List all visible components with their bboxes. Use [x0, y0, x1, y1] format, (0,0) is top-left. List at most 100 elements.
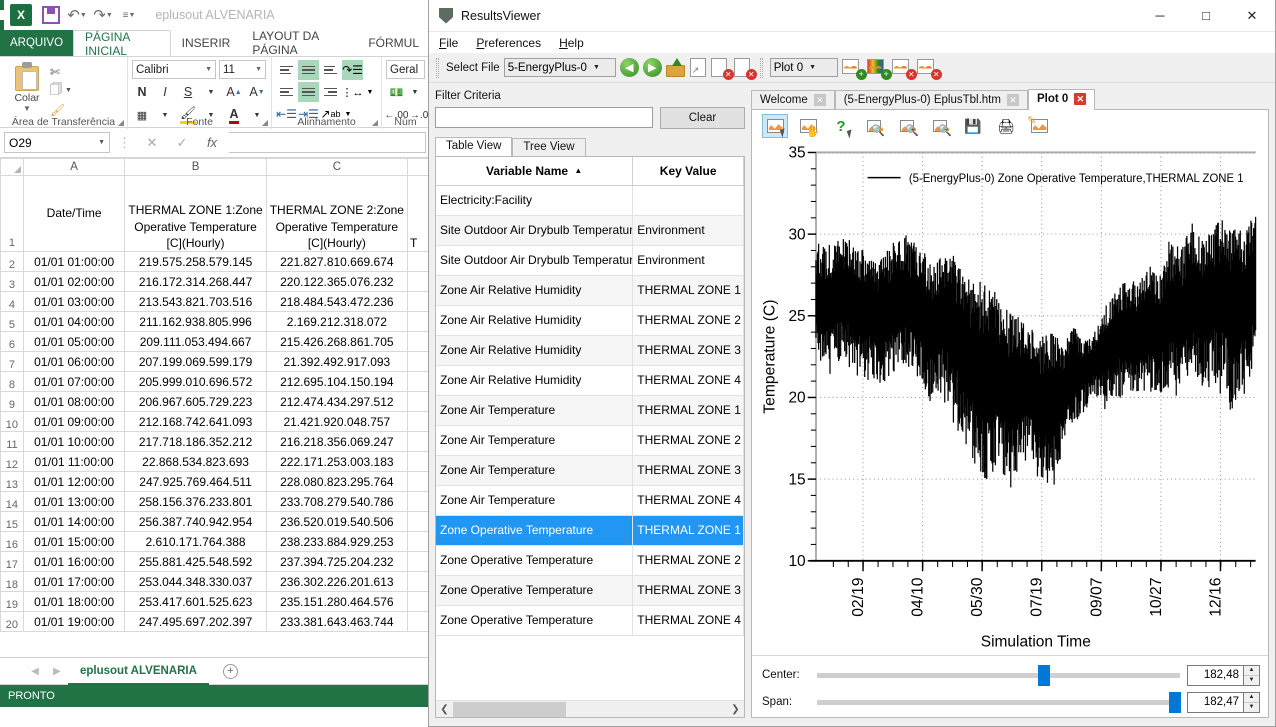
column-header-b[interactable]: B	[124, 158, 267, 176]
scroll-left-icon[interactable]: ❮	[436, 704, 453, 715]
align-bottom-button[interactable]	[320, 60, 341, 80]
span-spin-up-icon[interactable]: ▲	[1244, 693, 1259, 703]
cell-a19[interactable]: 01/01 18:00:00	[22, 591, 126, 612]
ribbon-tab-formulas[interactable]: FÓRMUL	[357, 30, 430, 56]
row-header-11[interactable]: 11	[0, 431, 24, 452]
cell-d19[interactable]	[406, 591, 430, 612]
table-row[interactable]: Zone Air Relative Humidity THERMAL ZONE 2	[436, 305, 744, 336]
print-plot-icon[interactable]: 🖨	[993, 114, 1019, 138]
close-plot-icon[interactable]: ✕	[891, 58, 917, 80]
ribbon-tab-pagina-inicial[interactable]: PÁGINA INICIAL	[73, 30, 171, 58]
italic-button[interactable]: I	[155, 82, 175, 102]
row-header-6[interactable]: 6	[0, 331, 24, 352]
key-value-cell[interactable]: THERMAL ZONE 1	[632, 275, 744, 306]
row-header-10[interactable]: 10	[0, 411, 24, 432]
close-tab-icon[interactable]: ✕	[1074, 93, 1087, 105]
table-row[interactable]: Zone Air Temperature THERMAL ZONE 2	[436, 425, 744, 456]
underline-button[interactable]: S	[178, 82, 198, 102]
close-all-plots-icon[interactable]: ✕	[916, 58, 942, 80]
align-left-button[interactable]	[276, 82, 297, 102]
table-row[interactable]: Site Outdoor Air Drybulb Temperature Envi…	[436, 245, 744, 276]
previous-file-icon[interactable]: ◀	[619, 58, 639, 77]
key-value-cell[interactable]	[632, 185, 744, 216]
cell-c8[interactable]: 212.695.104.150.194	[265, 371, 408, 392]
cell-a15[interactable]: 01/01 14:00:00	[22, 511, 126, 532]
report-icon[interactable]: ↗	[689, 58, 707, 77]
cell-b18[interactable]: 253.044.348.330.037	[124, 571, 267, 592]
formula-input[interactable]	[229, 132, 426, 153]
align-center-button[interactable]	[298, 82, 319, 102]
font-dialog-launcher[interactable]: ◢	[262, 118, 268, 127]
new-color-plot-icon[interactable]: +	[866, 58, 892, 80]
clear-button[interactable]: Clear	[660, 107, 745, 129]
cell-a20[interactable]: 01/01 19:00:00	[22, 611, 126, 632]
previous-sheet-icon[interactable]: ◀	[24, 666, 46, 677]
row-header-13[interactable]: 13	[0, 471, 24, 492]
align-right-button[interactable]	[320, 82, 341, 102]
key-value-cell[interactable]: THERMAL ZONE 4	[632, 485, 744, 516]
tab-table-view[interactable]: Table View	[435, 137, 513, 156]
variable-name-cell[interactable]: Zone Air Temperature	[436, 485, 634, 516]
cell-d5[interactable]	[406, 311, 430, 332]
table-row[interactable]: Zone Air Relative Humidity THERMAL ZONE 3	[436, 335, 744, 366]
row-header-7[interactable]: 7	[0, 351, 24, 372]
table-row[interactable]: Zone Air Temperature THERMAL ZONE 3	[436, 455, 744, 486]
row-header-9[interactable]: 9	[0, 391, 24, 412]
cell-c17[interactable]: 237.394.725.204.232	[265, 551, 408, 572]
cell-b7[interactable]: 207.199.069.599.179	[124, 351, 267, 372]
cell-d20[interactable]	[406, 611, 430, 632]
key-value-cell[interactable]: Environment	[632, 245, 744, 276]
new-plot-icon[interactable]: +	[841, 58, 867, 80]
number-format-combo[interactable]: Geral	[386, 60, 425, 79]
menu-file[interactable]: File	[439, 36, 458, 50]
add-sheet-button[interactable]: +	[222, 663, 238, 679]
font-size-combo[interactable]: 11 ▼	[219, 60, 266, 79]
cell-d17[interactable]	[406, 551, 430, 572]
row-header-19[interactable]: 19	[0, 591, 24, 612]
variable-name-cell[interactable]: Zone Operative Temperature	[436, 515, 634, 546]
toolbar-grip-2[interactable]	[759, 57, 763, 78]
align-middle-button[interactable]	[298, 60, 319, 80]
wrap-text-button[interactable]: ↷☰	[342, 60, 363, 80]
cell-d13[interactable]	[406, 471, 430, 492]
span-slider-thumb[interactable]	[1169, 691, 1182, 713]
help-tool-icon[interactable]: ?	[828, 114, 855, 139]
bold-button[interactable]: N	[132, 82, 152, 102]
row-header-3[interactable]: 3	[0, 271, 24, 292]
variable-name-cell[interactable]: Zone Air Relative Humidity	[436, 275, 634, 306]
variable-name-cell[interactable]: Zone Operative Temperature	[436, 605, 634, 636]
ribbon-tab-layout-da-pagina[interactable]: LAYOUT DA PÁGINA	[241, 29, 357, 57]
cell-c18[interactable]: 236.302.226.201.613	[265, 571, 408, 592]
row-header-20[interactable]: 20	[0, 611, 24, 632]
table-row[interactable]: Zone Air Temperature THERMAL ZONE 4	[436, 485, 744, 516]
center-slider-track[interactable]	[817, 664, 1180, 686]
center-value[interactable]: 182,48	[1188, 666, 1243, 685]
row-header-5[interactable]: 5	[0, 311, 24, 332]
row-header-18[interactable]: 18	[0, 571, 24, 592]
table-row[interactable]: Site Outdoor Air Drybulb Temperature Envi…	[436, 215, 744, 246]
cancel-icon[interactable]: ✕	[139, 135, 165, 151]
pan-tool-icon[interactable]: ✋	[795, 114, 821, 138]
table-row[interactable]: Zone Air Relative Humidity THERMAL ZONE 4	[436, 365, 744, 396]
key-value-cell[interactable]: THERMAL ZONE 1	[632, 515, 744, 546]
close-button[interactable]: ✕	[1229, 0, 1275, 32]
key-value-cell[interactable]: THERMAL ZONE 3	[632, 455, 744, 486]
variable-name-cell[interactable]: Site Outdoor Air Drybulb Temperature	[436, 215, 634, 246]
key-value-cell[interactable]: THERMAL ZONE 4	[632, 605, 744, 636]
center-spin-up-icon[interactable]: ▲	[1244, 666, 1259, 676]
cell-c7[interactable]: 21.392.492.917.093	[265, 351, 408, 372]
increase-font-size-button[interactable]: A ▲	[224, 82, 244, 102]
row-header-2[interactable]: 2	[0, 251, 24, 272]
resultsviewer-title-bar[interactable]: ResultsViewer ─ □ ✕	[429, 0, 1275, 32]
cell-b20[interactable]: 247.495.697.202.397	[124, 611, 267, 632]
span-value[interactable]: 182,47	[1188, 693, 1243, 712]
table-row[interactable]: Zone Operative Temperature THERMAL ZONE 4	[436, 605, 744, 636]
toolbar-grip[interactable]	[436, 57, 439, 78]
variable-name-cell[interactable]: Site Outdoor Air Drybulb Temperature	[436, 245, 634, 276]
row-header-4[interactable]: 4	[0, 291, 24, 312]
underline-dropdown-icon[interactable]: ▼	[201, 82, 221, 102]
filter-input[interactable]	[435, 107, 653, 128]
save-plot-icon[interactable]: 💾	[960, 114, 986, 138]
cell-b2[interactable]: 219.575.258.579.145	[124, 251, 267, 272]
cell-c11[interactable]: 216.218.356.069.247	[265, 431, 408, 452]
